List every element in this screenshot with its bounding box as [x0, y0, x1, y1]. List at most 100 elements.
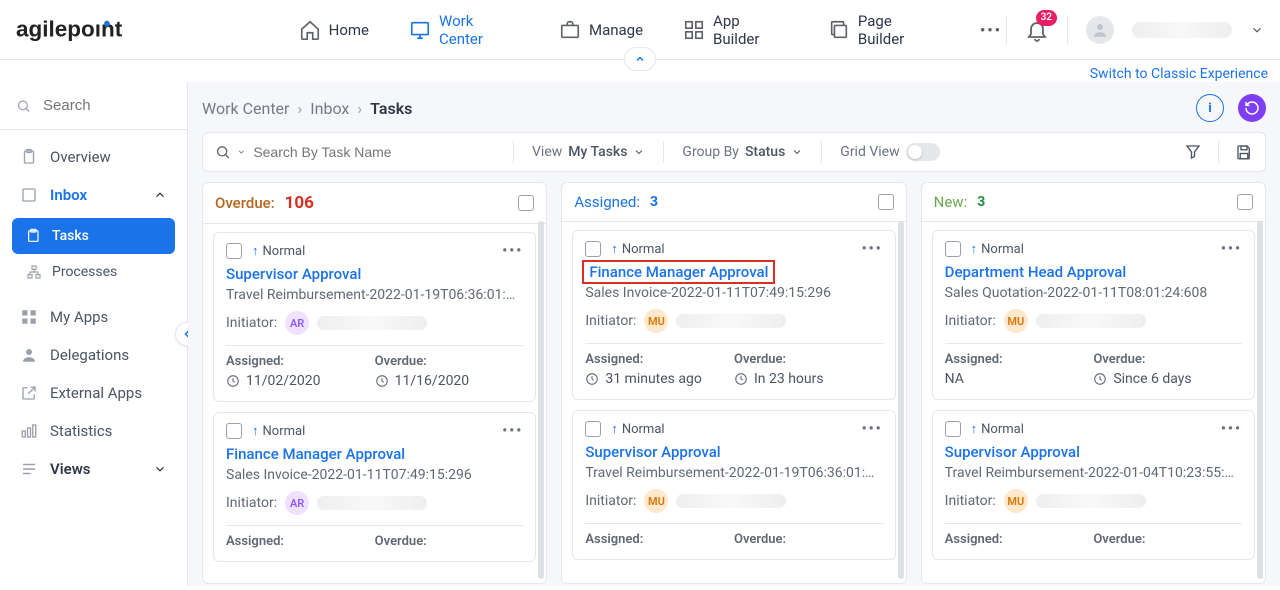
card-more-button[interactable]: •••	[1221, 241, 1242, 257]
nav-app-builder[interactable]: App Builder	[679, 4, 792, 56]
sitemap-icon	[26, 264, 42, 280]
task-card[interactable]: ↑Normal ••• Supervisor Approval Travel R…	[213, 232, 536, 402]
nav-home[interactable]: Home	[295, 11, 373, 49]
task-card[interactable]: ↑Normal ••• Finance Manager Approval Sal…	[572, 230, 895, 400]
clock-icon	[226, 374, 240, 388]
user-avatar[interactable]	[1086, 16, 1114, 44]
task-process-name: Travel Reimbursement-2022-01-04T10:23:55…	[945, 465, 1242, 481]
task-title-link[interactable]: Department Head Approval	[945, 263, 1127, 281]
notification-badge: 32	[1036, 10, 1057, 26]
overdue-value: In 23 hours	[754, 371, 824, 387]
filter-button[interactable]	[1184, 143, 1202, 161]
card-more-button[interactable]: •••	[502, 243, 523, 259]
scrollbar[interactable]	[1257, 221, 1263, 579]
scrollbar[interactable]	[898, 221, 904, 579]
priority-badge: ↑Normal	[611, 241, 664, 257]
sidebar-search[interactable]	[0, 82, 187, 130]
sidebar-item-label: My Apps	[50, 308, 108, 326]
breadcrumb-current: Tasks	[370, 99, 412, 118]
nav-work-center[interactable]: Work Center	[405, 4, 523, 56]
card-checkbox[interactable]	[585, 421, 601, 437]
task-title-link[interactable]: Finance Manager Approval	[585, 263, 772, 281]
breadcrumb-inbox[interactable]: Inbox	[310, 99, 349, 118]
initiator-name	[1036, 494, 1146, 508]
groupby-selector[interactable]: Group By Status	[682, 144, 803, 160]
card-checkbox[interactable]	[226, 423, 242, 439]
sidebar-item-views[interactable]: Views	[8, 450, 179, 488]
search-icon	[215, 143, 231, 161]
copy-icon	[828, 19, 850, 41]
card-more-button[interactable]: •••	[862, 241, 883, 257]
task-card[interactable]: ↑Normal ••• Finance Manager Approval Sal…	[213, 412, 536, 562]
grid-view-toggle[interactable]: Grid View	[840, 143, 939, 161]
task-card[interactable]: ↑Normal ••• Department Head Approval Sal…	[932, 230, 1255, 400]
card-checkbox[interactable]	[945, 421, 961, 437]
nav-page-builder[interactable]: Page Builder	[824, 4, 944, 56]
nav-more[interactable]: •••	[976, 13, 1006, 47]
arrow-up-icon: ↑	[252, 423, 259, 439]
assigned-label: Assigned:	[226, 534, 375, 549]
nav-manage[interactable]: Manage	[555, 11, 647, 49]
chevron-down-icon[interactable]	[237, 147, 246, 157]
sidebar-sub-tasks[interactable]: Tasks	[12, 218, 175, 254]
card-checkbox[interactable]	[945, 241, 961, 257]
scrollbar[interactable]	[538, 221, 544, 579]
card-more-button[interactable]: •••	[1221, 421, 1242, 437]
column-title: Assigned:	[574, 193, 640, 211]
column-select-all[interactable]	[518, 195, 534, 211]
assigned-label: Assigned:	[585, 352, 734, 367]
user-menu-chevron[interactable]	[1250, 23, 1264, 37]
toggle-switch[interactable]	[906, 143, 940, 161]
refresh-button[interactable]	[1238, 94, 1266, 122]
tasks-icon	[26, 228, 42, 244]
arrow-up-icon: ↑	[971, 241, 978, 257]
sidebar-item-delegations[interactable]: Delegations	[8, 336, 179, 374]
task-title-link[interactable]: Supervisor Approval	[585, 443, 720, 461]
sidebar-item-overview[interactable]: Overview	[8, 138, 179, 176]
sidebar-item-external-apps[interactable]: External Apps	[8, 374, 179, 412]
save-view-button[interactable]	[1235, 143, 1253, 161]
sidebar-search-input[interactable]	[41, 96, 171, 115]
topbar-collapse-handle[interactable]	[624, 47, 656, 71]
nav-page-builder-label: Page Builder	[858, 12, 940, 48]
card-checkbox[interactable]	[585, 241, 601, 257]
notifications-bell[interactable]: 32	[1025, 18, 1049, 42]
initiator-label: Initiator:	[585, 313, 636, 329]
switch-classic-link[interactable]: Switch to Classic Experience	[1090, 66, 1268, 82]
priority-badge: ↑Normal	[971, 421, 1024, 437]
column-select-all[interactable]	[1237, 194, 1253, 210]
task-card[interactable]: ↑Normal ••• Supervisor Approval Travel R…	[932, 410, 1255, 560]
overdue-label: Overdue:	[1093, 352, 1242, 367]
card-checkbox[interactable]	[226, 243, 242, 259]
sidebar-item-label: Processes	[52, 264, 117, 280]
clock-icon	[1093, 372, 1107, 386]
clock-icon	[375, 374, 389, 388]
sidebar-item-statistics[interactable]: Statistics	[8, 412, 179, 450]
sidebar-item-my-apps[interactable]: My Apps	[8, 298, 179, 336]
view-selector[interactable]: View My Tasks	[532, 144, 645, 160]
priority-badge: ↑Normal	[971, 241, 1024, 257]
card-more-button[interactable]: •••	[502, 423, 523, 439]
task-card[interactable]: ↑Normal ••• Supervisor Approval Travel R…	[572, 410, 895, 560]
initiator-name	[676, 494, 786, 508]
column-select-all[interactable]	[878, 194, 894, 210]
column-new: New: 3 ↑Normal ••• Department Head Appro…	[921, 182, 1266, 584]
initiator-label: Initiator:	[226, 495, 277, 511]
nav-home-label: Home	[329, 21, 369, 39]
sidebar-item-inbox[interactable]: Inbox	[8, 176, 179, 214]
overdue-label: Overdue:	[375, 354, 524, 369]
info-button[interactable]: i	[1196, 94, 1224, 122]
initiator-avatar: MU	[1004, 309, 1028, 333]
sidebar-sub-processes[interactable]: Processes	[12, 254, 175, 290]
card-more-button[interactable]: •••	[862, 421, 883, 437]
task-search-input[interactable]	[251, 143, 495, 161]
sidebar-item-label: Views	[50, 460, 91, 478]
clipboard-icon	[20, 148, 38, 166]
task-title-link[interactable]: Supervisor Approval	[226, 265, 361, 283]
column-count: 3	[650, 194, 658, 210]
assigned-label: Assigned:	[585, 532, 734, 547]
breadcrumb-root[interactable]: Work Center	[202, 99, 289, 118]
task-title-link[interactable]: Finance Manager Approval	[226, 445, 405, 463]
task-title-link[interactable]: Supervisor Approval	[945, 443, 1080, 461]
sidebar-item-label: Statistics	[50, 422, 112, 440]
